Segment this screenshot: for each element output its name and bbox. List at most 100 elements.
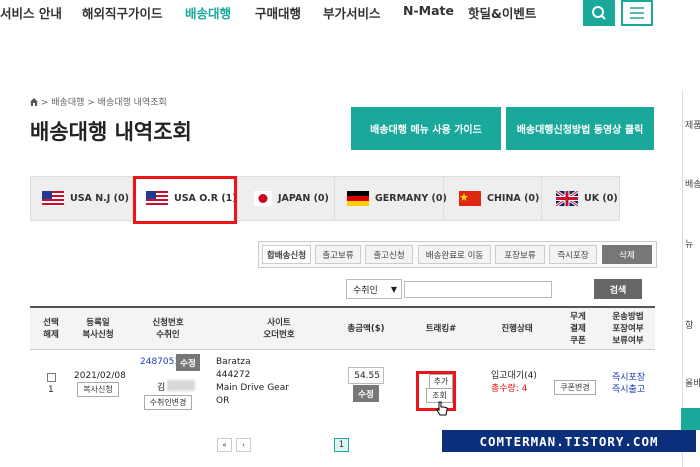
- home-icon[interactable]: [30, 98, 38, 106]
- th-line: 운송방법: [612, 312, 644, 322]
- search-button[interactable]: [583, 0, 615, 26]
- breadcrumb-text: > 배송대행 > 배송대행 내역조회: [40, 98, 167, 108]
- china-flag-icon: [459, 191, 481, 206]
- recipient-change-button[interactable]: 수취인변경: [144, 395, 192, 410]
- th-date: 등록일 복사신청: [82, 317, 113, 341]
- th-weight: 무게 결제 쿠폰: [570, 311, 586, 347]
- edit-amount-button[interactable]: 수정: [353, 385, 379, 402]
- first-page-button[interactable]: «: [217, 438, 232, 452]
- breadcrumb: > 배송대행 > 배송대행 내역조회: [30, 95, 167, 108]
- packing-hold-button[interactable]: 포장보류: [495, 245, 545, 264]
- tab-label: CHINA (0): [487, 193, 540, 204]
- th-site: 사이트 오더번호: [263, 317, 294, 341]
- nav-item-extra-services[interactable]: 부가서비스: [323, 3, 381, 22]
- page-number[interactable]: 1: [334, 438, 349, 452]
- search-input[interactable]: [404, 281, 552, 298]
- th-line: 쿠폰: [570, 336, 586, 346]
- th-line: 포장여부: [612, 324, 644, 334]
- hand-cursor-icon: [436, 401, 448, 416]
- top-nav: 서비스 안내 해외직구가이드 배송대행 구매대행 부가서비스 N-Mate 핫딜…: [0, 0, 700, 28]
- search-field-select[interactable]: 수취인 ▼: [346, 279, 402, 299]
- copy-request-button[interactable]: 복사신청: [77, 382, 119, 397]
- nav-item-service-guide[interactable]: 서비스 안내: [0, 3, 62, 22]
- page-title: 배송대행 내역조회: [30, 120, 192, 144]
- us-flag-icon: [42, 191, 64, 206]
- recipient-name: 김: [157, 383, 166, 393]
- nav-item-hotdeal-events[interactable]: 핫딜&이벤트: [468, 3, 536, 22]
- th-line: 수취인: [156, 330, 180, 340]
- nav-item-purchase-agent[interactable]: 구매대행: [255, 3, 301, 22]
- tab-usa-nj[interactable]: USA N.J (0): [30, 176, 132, 221]
- delete-button[interactable]: 삭제: [602, 245, 652, 264]
- tab-label: UK (0): [584, 193, 618, 204]
- sidebar-label-4: 항: [685, 321, 694, 331]
- search-icon: [592, 6, 606, 20]
- highlight-box-tab: [133, 176, 237, 224]
- th-line: 등록일: [86, 318, 110, 328]
- product-name: Main Drive Gear: [216, 383, 289, 393]
- release-request-button[interactable]: 출고신청: [365, 245, 413, 264]
- prev-page-button[interactable]: ‹: [236, 438, 251, 452]
- sidebar-label-3: 뉴: [685, 240, 694, 250]
- edit-apply-button[interactable]: 수정: [176, 354, 200, 371]
- sidebar-green-button[interactable]: [681, 408, 700, 430]
- order-number: 444272: [216, 370, 251, 380]
- video-guide-button[interactable]: 배송대행신청방법 동영상 클릭: [506, 107, 654, 150]
- row-date: 2021/02/08: [74, 371, 126, 381]
- menu-button[interactable]: [621, 0, 653, 26]
- amount-field[interactable]: 54.55: [348, 367, 384, 384]
- th-apply: 신청번호 수취인: [152, 317, 183, 341]
- th-line: 결제: [570, 324, 586, 334]
- japan-flag-icon: [254, 191, 272, 206]
- sidebar-label-2: 배송: [685, 180, 700, 190]
- tab-label: GERMANY (0): [375, 193, 447, 204]
- search-select-value: 수취인: [353, 285, 378, 296]
- th-amount: 총금액($): [347, 324, 385, 334]
- th-line: 선택: [43, 318, 59, 328]
- table-header: [30, 306, 655, 350]
- th-line: 복사신청: [82, 330, 114, 340]
- th-status: 진행상태: [501, 324, 533, 334]
- uk-flag-icon: [556, 191, 578, 206]
- th-select: 선택 해제: [43, 317, 59, 341]
- hold-release-button[interactable]: 출고보류: [315, 245, 361, 264]
- nav-item-shipping-agent[interactable]: 배송대행: [185, 3, 231, 22]
- tab-uk[interactable]: UK (0): [542, 176, 620, 221]
- th-line: 해제: [43, 330, 59, 340]
- total-quantity: 총수량: 4: [491, 384, 528, 394]
- tab-japan[interactable]: JAPAN (0): [238, 176, 334, 221]
- chevron-down-icon: ▼: [390, 284, 397, 294]
- th-line: 무게: [570, 312, 586, 322]
- th-line: 사이트: [267, 318, 291, 328]
- sidebar-label-1: 제품: [685, 121, 700, 131]
- hamburger-menu-icon: [630, 7, 644, 19]
- row-index: 1: [48, 385, 54, 395]
- row-checkbox[interactable]: [47, 373, 56, 382]
- tab-label: USA N.J (0): [70, 193, 129, 204]
- site-region: OR: [216, 396, 230, 406]
- th-line: 오더번호: [263, 330, 295, 340]
- combine-shipping-button[interactable]: 합배송신청: [262, 245, 311, 264]
- sidebar-label-5: 올바: [685, 379, 700, 389]
- menu-guide-button[interactable]: 배송대행 메뉴 사용 가이드: [351, 107, 501, 150]
- instant-packing-button[interactable]: 즉시포장: [549, 245, 597, 264]
- search-submit-button[interactable]: 검색: [594, 279, 642, 299]
- site-name: Baratza: [216, 357, 251, 367]
- apply-number-link[interactable]: 2487053: [140, 357, 180, 367]
- amount-value: 54.55: [354, 370, 380, 381]
- nav-item-n-mate[interactable]: N-Mate: [403, 3, 454, 18]
- coupon-change-button[interactable]: 쿠폰변경: [554, 380, 596, 395]
- th-line: 신청번호: [152, 318, 184, 328]
- th-method: 운송방법 포장여부 보류여부: [612, 311, 643, 347]
- recipient-blur: [167, 380, 195, 391]
- move-to-delivered-button[interactable]: 배송완료로 이동: [418, 245, 491, 264]
- th-tracking: 트래킹#: [425, 324, 457, 334]
- germany-flag-icon: [347, 191, 369, 206]
- nav-item-direct-purchase-guide[interactable]: 해외직구가이드: [82, 3, 163, 22]
- tab-label: JAPAN (0): [278, 193, 329, 204]
- tab-china[interactable]: CHINA (0): [444, 176, 541, 221]
- th-line: 보류여부: [612, 336, 644, 346]
- status-text: 입고대기(4): [491, 371, 537, 381]
- tab-germany[interactable]: GERMANY (0): [335, 176, 447, 221]
- instant-release-link[interactable]: 즉시출고: [612, 382, 645, 395]
